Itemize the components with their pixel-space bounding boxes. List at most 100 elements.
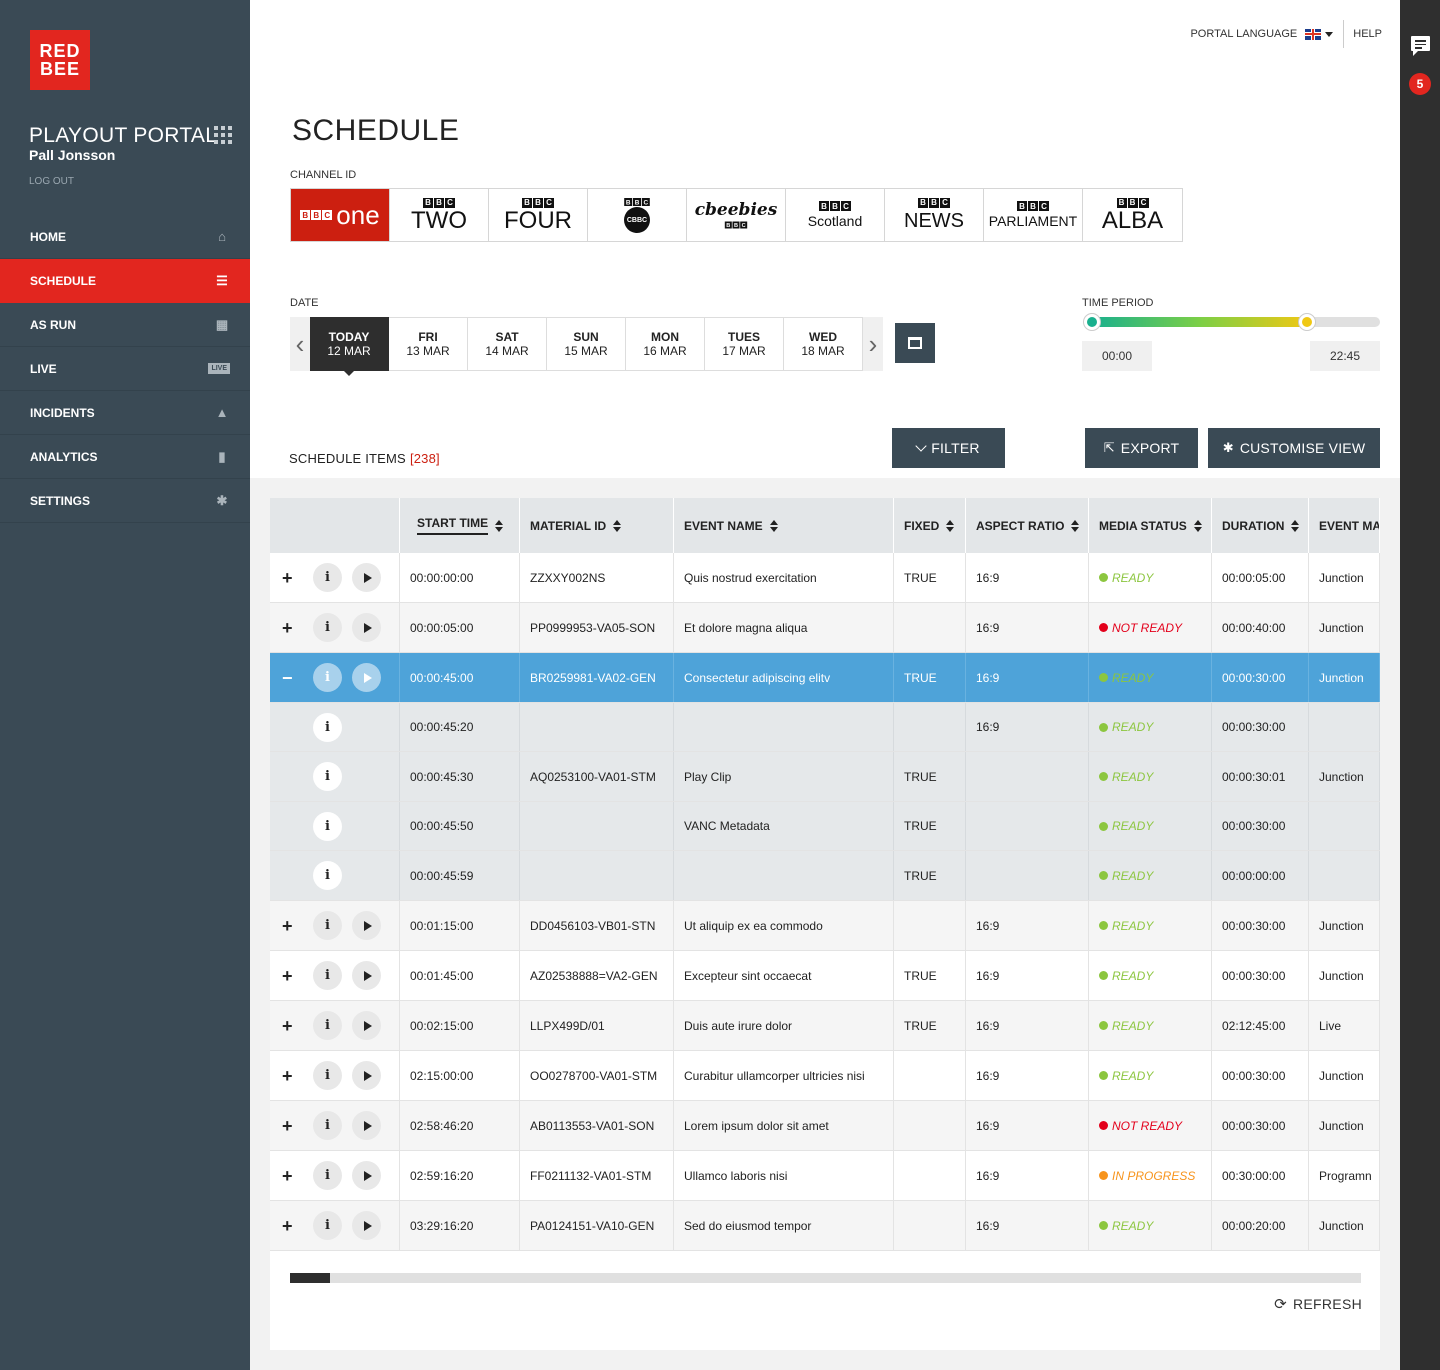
info-button[interactable]: i xyxy=(313,663,342,692)
date-fri[interactable]: FRI 13 MAR xyxy=(389,317,468,371)
date-sun[interactable]: SUN 15 MAR xyxy=(547,317,626,371)
sort-icon[interactable] xyxy=(1193,519,1202,532)
date-mon[interactable]: MON 16 MAR xyxy=(626,317,705,371)
table-row[interactable]: + i 02:15:00:00 OO0278700-VA01-STM Curabitur… xyxy=(270,1051,1380,1101)
info-button[interactable]: i xyxy=(313,1211,342,1240)
sidebar-item-analytics[interactable]: ANALYTICS ▮ xyxy=(0,435,250,479)
play-button[interactable] xyxy=(352,1211,381,1240)
sidebar-item-schedule[interactable]: SCHEDULE ☰ xyxy=(0,259,250,303)
next-date-arrow-icon[interactable]: › xyxy=(863,317,883,371)
channel-cbeebies[interactable]: cbeebies B B C xyxy=(687,189,786,241)
info-button[interactable]: i xyxy=(313,811,342,841)
channel-parliament[interactable]: B B C PARLIAMENT xyxy=(984,189,1083,241)
channel-one[interactable]: B B Cone xyxy=(291,189,390,241)
uk-flag-icon[interactable] xyxy=(1305,28,1322,40)
channel-two[interactable]: B B C TWO xyxy=(390,189,489,241)
channel-alba[interactable]: B B C ALBA xyxy=(1083,189,1182,241)
expand-icon[interactable]: + xyxy=(282,1067,296,1085)
collapse-icon[interactable]: − xyxy=(282,669,296,687)
time-slider-start-handle[interactable] xyxy=(1083,313,1101,331)
table-row[interactable]: + i 00:02:15:00 LLPX499D/01 Duis aute irure … xyxy=(270,1001,1380,1051)
channel-cbbc[interactable]: B B C CBBC xyxy=(588,189,687,241)
date-wed[interactable]: WED 18 MAR xyxy=(784,317,863,371)
sub-row[interactable]: i 00:00:45:59 TRUE READY 00:00:00:00 xyxy=(270,851,1380,901)
table-row[interactable]: + i 00:01:15:00 DD0456103-VB01-STN Ut aliqui… xyxy=(270,901,1380,951)
time-slider-end-handle[interactable] xyxy=(1298,313,1316,331)
help-link[interactable]: HELP xyxy=(1353,28,1382,40)
info-button[interactable]: i xyxy=(313,762,342,791)
prev-date-arrow-icon[interactable]: ‹ xyxy=(290,317,310,371)
customise-view-button[interactable]: ✱ CUSTOMISE VIEW xyxy=(1208,428,1380,468)
sort-icon[interactable] xyxy=(769,519,778,532)
info-button[interactable]: i xyxy=(313,613,342,642)
column-header-event-name[interactable]: EVENT NAME xyxy=(674,498,894,553)
expand-icon[interactable]: + xyxy=(282,1117,296,1135)
channel-news[interactable]: B B C NEWS xyxy=(885,189,984,241)
sidebar-item-live[interactable]: LIVE LIVE xyxy=(0,347,250,391)
expand-icon[interactable]: + xyxy=(282,1217,296,1235)
play-button[interactable] xyxy=(352,1111,381,1140)
date-sat[interactable]: SAT 14 MAR xyxy=(468,317,547,371)
info-button[interactable]: i xyxy=(313,1061,342,1090)
play-button[interactable] xyxy=(352,961,381,990)
info-button[interactable]: i xyxy=(313,712,342,742)
sidebar-item-settings[interactable]: SETTINGS ✱ xyxy=(0,479,250,523)
column-header-media-status[interactable]: MEDIA STATUS xyxy=(1089,498,1212,553)
table-row[interactable]: + i 02:58:46:20 AB0113553-VA01-SON Lorem ips… xyxy=(270,1101,1380,1151)
export-button[interactable]: ⇱ EXPORT xyxy=(1085,428,1198,468)
channel-scotland[interactable]: B B C Scotland xyxy=(786,189,885,241)
column-header-duration[interactable]: DURATION xyxy=(1212,498,1309,553)
sidebar-item-incidents[interactable]: INCIDENTS ▲ xyxy=(0,391,250,435)
column-header-material-id[interactable]: MATERIAL ID xyxy=(520,498,674,553)
refresh-button[interactable]: ⟳ REFRESH xyxy=(1274,1295,1362,1313)
chat-icon[interactable] xyxy=(1411,36,1430,56)
expand-icon[interactable]: + xyxy=(282,967,296,985)
sort-icon[interactable] xyxy=(1291,519,1300,532)
sub-row[interactable]: i 00:00:45:30 AQ0253100-VA01-STM Play Clip T… xyxy=(270,752,1380,802)
column-header-start-time[interactable]: START TIME xyxy=(400,498,520,553)
apps-grid-icon[interactable] xyxy=(214,126,232,144)
play-button[interactable] xyxy=(352,1011,381,1040)
red-bee-logo[interactable]: RED BEE xyxy=(30,30,90,90)
end-time-field[interactable]: 22:45 xyxy=(1310,341,1380,371)
info-button[interactable]: i xyxy=(313,1161,342,1190)
table-row[interactable]: − i 00:00:45:00 BR0259981-VA02-GEN Consectet… xyxy=(270,653,1380,703)
horizontal-scrollbar[interactable] xyxy=(290,1273,1361,1283)
expand-icon[interactable]: + xyxy=(282,569,296,587)
table-row[interactable]: + i 02:59:16:20 FF0211132-VA01-STM Ullamco l… xyxy=(270,1151,1380,1201)
notification-badge[interactable]: 5 xyxy=(1409,73,1431,95)
info-button[interactable]: i xyxy=(313,911,342,940)
chevron-down-icon[interactable] xyxy=(1325,31,1334,37)
logout-link[interactable]: LOG OUT xyxy=(29,176,74,187)
info-button[interactable]: i xyxy=(313,961,342,990)
column-header-event-ma[interactable]: EVENT MA xyxy=(1309,498,1380,553)
play-button[interactable] xyxy=(352,911,381,940)
expand-icon[interactable]: + xyxy=(282,1167,296,1185)
sort-icon[interactable] xyxy=(1071,519,1080,532)
table-row[interactable]: + i 00:00:00:00 ZZXXY002NS Quis nostrud exer… xyxy=(270,553,1380,603)
play-button[interactable] xyxy=(352,663,381,692)
sort-icon[interactable] xyxy=(613,519,622,532)
channel-four[interactable]: B B C FOUR xyxy=(489,189,588,241)
info-button[interactable]: i xyxy=(313,1011,342,1040)
table-row[interactable]: + i 03:29:16:20 PA0124151-VA10-GEN Sed do ei… xyxy=(270,1201,1380,1251)
column-header-aspect-ratio[interactable]: ASPECT RATIO xyxy=(966,498,1089,553)
expand-icon[interactable]: + xyxy=(282,917,296,935)
play-button[interactable] xyxy=(352,613,381,642)
sort-icon[interactable] xyxy=(495,519,504,532)
date-tues[interactable]: TUES 17 MAR xyxy=(705,317,784,371)
table-row[interactable]: + i 00:00:05:00 PP0999953-VA05-SON Et dolore… xyxy=(270,603,1380,653)
sub-row[interactable]: i 00:00:45:20 16:9 READY 00:00:30:00 xyxy=(270,703,1380,752)
sort-icon[interactable] xyxy=(946,519,955,532)
play-button[interactable] xyxy=(352,1061,381,1090)
sidebar-item-home[interactable]: HOME ⌂ xyxy=(0,215,250,259)
calendar-button[interactable] xyxy=(895,323,935,363)
expand-icon[interactable]: + xyxy=(282,619,296,637)
date-today[interactable]: TODAY 12 MAR xyxy=(310,317,389,376)
expand-icon[interactable]: + xyxy=(282,1017,296,1035)
start-time-field[interactable]: 00:00 xyxy=(1082,341,1152,371)
table-row[interactable]: + i 00:01:45:00 AZ02538888=VA2-GEN Excepteur… xyxy=(270,951,1380,1001)
info-button[interactable]: i xyxy=(313,563,342,592)
column-header-fixed[interactable]: FIXED xyxy=(894,498,966,553)
info-button[interactable]: i xyxy=(313,1111,342,1140)
